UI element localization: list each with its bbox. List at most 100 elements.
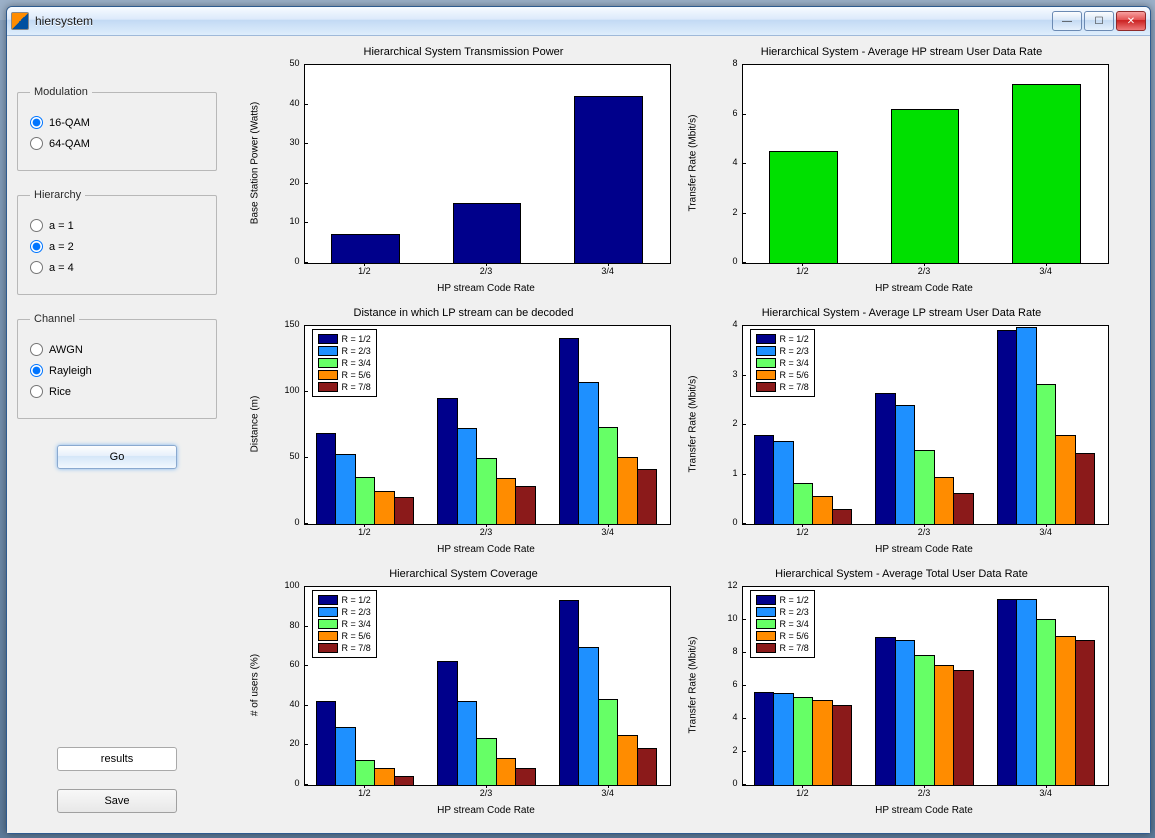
x-axis-label: HP stream Code Rate	[875, 805, 973, 816]
radio-rice-input[interactable]	[30, 385, 43, 398]
bar	[769, 151, 838, 264]
bar	[559, 338, 579, 525]
x-tick: 1/2	[358, 266, 371, 276]
radio-16qam[interactable]: 16-QAM	[30, 116, 204, 129]
bar	[355, 760, 375, 786]
y-tick: 0	[260, 517, 300, 527]
go-button[interactable]: Go	[57, 445, 177, 469]
radio-a1[interactable]: a = 1	[30, 219, 204, 232]
bar	[374, 491, 394, 525]
bar	[1055, 435, 1075, 525]
radio-16qam-input[interactable]	[30, 116, 43, 129]
titlebar[interactable]: hiersystem — ☐ ✕	[7, 7, 1150, 36]
y-axis-label: Transfer Rate (Mbit/s)	[687, 376, 698, 473]
x-tick: 2/3	[480, 527, 493, 537]
minimize-button[interactable]: —	[1052, 11, 1082, 31]
bar	[453, 203, 522, 264]
radio-a4-input[interactable]	[30, 261, 43, 274]
bar	[914, 450, 934, 525]
chart-title: Hierarchical System - Average Total User…	[687, 568, 1117, 580]
legend-swatch	[756, 382, 776, 392]
bar	[515, 486, 535, 525]
legend-label: R = 1/2	[342, 333, 371, 345]
x-tick: 3/4	[601, 527, 614, 537]
legend-swatch	[318, 382, 338, 392]
y-tick: 150	[260, 319, 300, 329]
chart-total_rate: Hierarchical System - Average Total User…	[687, 568, 1117, 818]
y-tick: 0	[260, 256, 300, 266]
x-tick: 2/3	[918, 527, 931, 537]
radio-a4[interactable]: a = 4	[30, 261, 204, 274]
x-tick: 3/4	[1039, 527, 1052, 537]
radio-64qam[interactable]: 64-QAM	[30, 137, 204, 150]
x-axis-label: HP stream Code Rate	[875, 544, 973, 555]
chart-tx_power: Hierarchical System Transmission Power01…	[249, 46, 679, 296]
bar	[637, 469, 657, 525]
bar	[875, 637, 895, 786]
legend: R = 1/2R = 2/3R = 3/4R = 5/6R = 7/8	[750, 329, 815, 397]
radio-awgn[interactable]: AWGN	[30, 343, 204, 356]
chart-lp_distance: Distance in which LP stream can be decod…	[249, 307, 679, 557]
maximize-button[interactable]: ☐	[1084, 11, 1114, 31]
radio-a2[interactable]: a = 2	[30, 240, 204, 253]
controls-sidebar: Modulation 16-QAM 64-QAM Hierarchy a = 1	[17, 46, 217, 823]
radio-a1-label: a = 1	[49, 220, 74, 232]
legend-swatch	[318, 607, 338, 617]
bar	[637, 748, 657, 786]
radio-awgn-input[interactable]	[30, 343, 43, 356]
y-axis-label: Transfer Rate (Mbit/s)	[687, 115, 698, 212]
y-tick: 80	[260, 620, 300, 630]
legend-swatch	[756, 607, 776, 617]
legend-swatch	[318, 643, 338, 653]
bar	[316, 701, 336, 786]
radio-rayleigh[interactable]: Rayleigh	[30, 364, 204, 377]
legend-label: R = 7/8	[342, 642, 371, 654]
y-tick: 6	[698, 108, 738, 118]
radio-64qam-input[interactable]	[30, 137, 43, 150]
legend-swatch	[756, 631, 776, 641]
bar	[559, 600, 579, 786]
bar	[355, 477, 375, 525]
close-button[interactable]: ✕	[1116, 11, 1146, 31]
y-tick: 1	[698, 468, 738, 478]
bar	[773, 693, 793, 786]
bar	[316, 433, 336, 525]
legend-swatch	[756, 370, 776, 380]
y-tick: 50	[260, 58, 300, 68]
bar	[374, 768, 394, 786]
legend-swatch	[756, 619, 776, 629]
chart-title: Hierarchical System - Average HP stream …	[687, 46, 1117, 58]
bar	[891, 109, 960, 264]
y-tick: 30	[260, 137, 300, 147]
bar	[476, 738, 496, 786]
radio-rice-label: Rice	[49, 386, 71, 398]
legend-label: R = 5/6	[780, 369, 809, 381]
x-tick: 3/4	[1039, 788, 1052, 798]
y-tick: 2	[698, 418, 738, 428]
y-axis-label: # of users (%)	[249, 654, 260, 716]
legend-swatch	[756, 643, 776, 653]
chart-title: Hierarchical System Coverage	[249, 568, 679, 580]
legend-swatch	[756, 334, 776, 344]
legend-swatch	[318, 619, 338, 629]
results-button[interactable]: results	[57, 747, 177, 771]
bar	[1012, 84, 1081, 264]
save-button[interactable]: Save	[57, 789, 177, 813]
radio-a1-input[interactable]	[30, 219, 43, 232]
y-tick: 20	[260, 738, 300, 748]
x-tick: 1/2	[358, 788, 371, 798]
legend: R = 1/2R = 2/3R = 3/4R = 5/6R = 7/8	[312, 329, 377, 397]
radio-64qam-label: 64-QAM	[49, 138, 90, 150]
channel-legend: Channel	[30, 313, 79, 325]
legend-label: R = 5/6	[342, 369, 371, 381]
legend-label: R = 7/8	[780, 642, 809, 654]
legend-label: R = 2/3	[780, 606, 809, 618]
legend-label: R = 1/2	[780, 333, 809, 345]
x-tick: 3/4	[601, 266, 614, 276]
y-tick: 4	[698, 157, 738, 167]
radio-rayleigh-label: Rayleigh	[49, 365, 92, 377]
radio-a2-input[interactable]	[30, 240, 43, 253]
radio-rice[interactable]: Rice	[30, 385, 204, 398]
radio-rayleigh-input[interactable]	[30, 364, 43, 377]
legend-label: R = 3/4	[780, 357, 809, 369]
